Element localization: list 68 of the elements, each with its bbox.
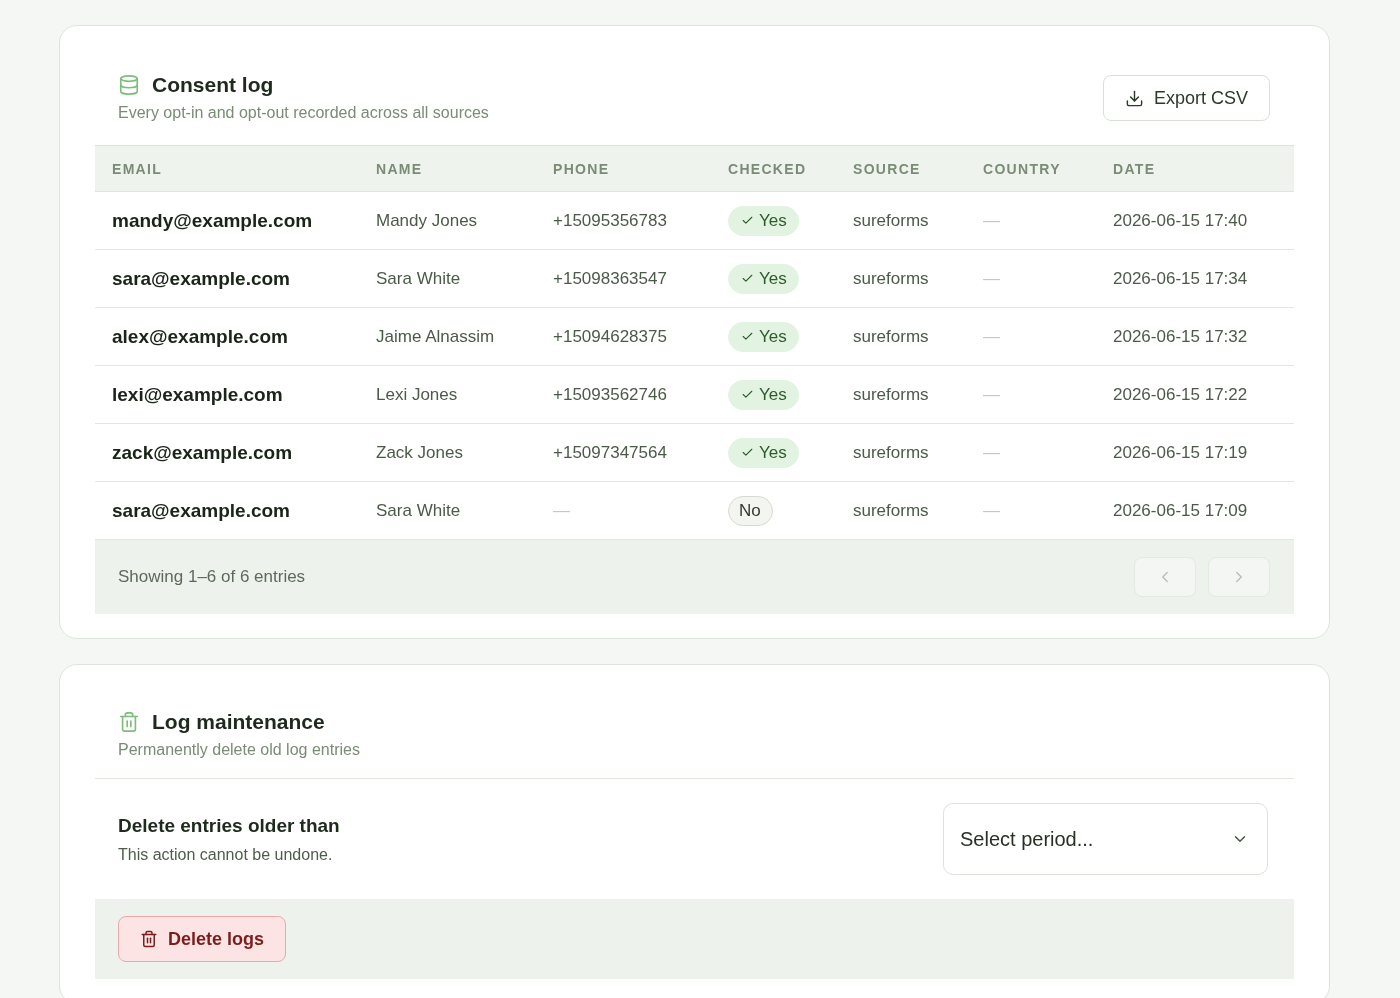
- column-header: COUNTRY: [983, 160, 1062, 177]
- database-icon: [118, 74, 140, 96]
- delete-logs-button[interactable]: Delete logs: [118, 916, 287, 962]
- table-cell: sureforms: [853, 384, 929, 405]
- period-select[interactable]: Select period...: [943, 803, 1268, 875]
- card-subtitle: Every opt-in and opt-out recorded across all sources: [118, 103, 489, 123]
- table-cell: sureforms: [853, 210, 929, 231]
- setting-label: Delete entries older than: [118, 813, 340, 838]
- table-cell: —: [983, 326, 1000, 347]
- table-cell: 2026-06-15 17:32: [1113, 326, 1248, 347]
- table-cell: Jaime Alnassim: [376, 326, 495, 347]
- table-cell: sara@example.com: [112, 267, 290, 290]
- table-cell: Mandy Jones: [376, 210, 478, 231]
- entries-summary: Showing 1–6 of 6 entries: [118, 567, 306, 587]
- table-cell: sara@example.com: [112, 499, 290, 522]
- table-cell: 2026-06-15 17:19: [1113, 442, 1248, 463]
- card-title: Log maintenance: [152, 710, 325, 734]
- table-cell: alex@example.com: [112, 325, 288, 348]
- table-cell: —: [983, 384, 1000, 405]
- table-cell: +15093562746: [553, 384, 667, 405]
- column-header: CHECKED: [728, 160, 808, 177]
- trash-icon: [118, 711, 140, 733]
- table-cell: sureforms: [853, 442, 929, 463]
- trash-icon: [140, 930, 158, 948]
- table-cell: sureforms: [853, 326, 929, 347]
- table-cell: Sara White: [376, 268, 461, 289]
- table-cell: sureforms: [853, 268, 929, 289]
- table-cell: 2026-06-15 17:09: [1113, 500, 1248, 521]
- setting-description: This action cannot be undone.: [118, 844, 334, 865]
- download-icon: [1124, 88, 1144, 108]
- table-cell: mandy@example.com: [112, 209, 313, 232]
- table-cell: +15098363547: [553, 268, 667, 289]
- check-icon: [741, 272, 754, 285]
- table-cell: lexi@example.com: [112, 383, 283, 406]
- table-cell: zack@example.com: [112, 441, 293, 464]
- table-cell: sureforms: [853, 500, 929, 521]
- export-csv-button[interactable]: Export CSV: [1102, 75, 1270, 121]
- badge-label: Yes: [759, 326, 787, 347]
- column-header: DATE: [1113, 160, 1157, 177]
- table-cell: —: [983, 210, 1000, 231]
- table-cell: —: [983, 500, 1000, 521]
- table-cell: +15094628375: [553, 326, 667, 347]
- table-cell: 2026-06-15 17:34: [1113, 268, 1248, 289]
- check-icon: [741, 446, 754, 459]
- table-cell: Lexi Jones: [376, 384, 458, 405]
- check-icon: [741, 388, 754, 401]
- table-cell: +15095356783: [553, 210, 667, 231]
- check-icon: [741, 330, 754, 343]
- column-header: SOURCE: [853, 160, 922, 177]
- table-cell: 2026-06-15 17:22: [1113, 384, 1248, 405]
- column-header: PHONE: [553, 160, 611, 177]
- badge-label: Yes: [759, 442, 787, 463]
- badge-label: Yes: [759, 210, 787, 231]
- table-cell: Sara White: [376, 500, 461, 521]
- table-cell: —: [553, 500, 570, 521]
- badge-label: Yes: [759, 268, 787, 289]
- badge-label: Yes: [759, 384, 787, 405]
- table-cell: —: [983, 268, 1000, 289]
- check-icon: [741, 214, 754, 227]
- badge-label: No: [739, 500, 761, 521]
- table-cell: +15097347564: [553, 442, 667, 463]
- column-header: NAME: [376, 160, 424, 177]
- table-cell: —: [983, 442, 1000, 463]
- table-cell: 2026-06-15 17:40: [1113, 210, 1248, 231]
- table-cell: Zack Jones: [376, 442, 463, 463]
- column-header: EMAIL: [112, 160, 164, 177]
- card-title: Consent log: [152, 73, 274, 97]
- card-subtitle: Permanently delete old log entries: [118, 740, 360, 760]
